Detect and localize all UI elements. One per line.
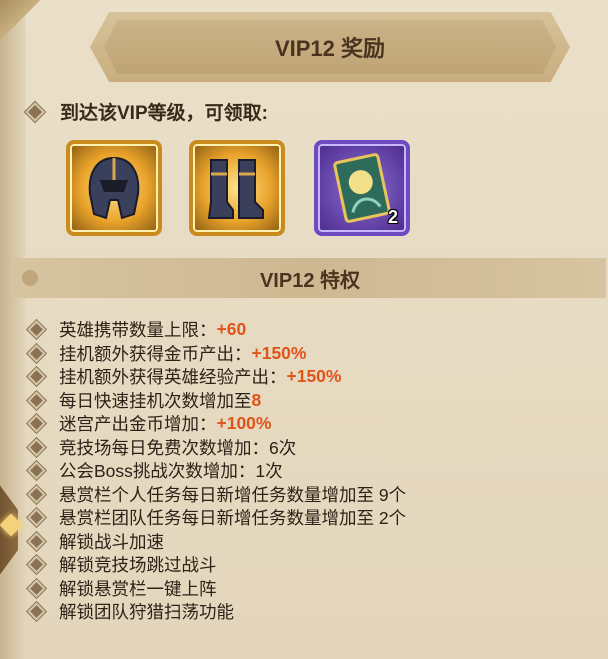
privilege-value: +150% — [286, 366, 342, 387]
diamond-bullet-icon — [25, 530, 48, 552]
privilege-label: 公会Boss挑战次数增加：1次 — [59, 461, 283, 482]
privilege-label: 英雄携带数量上限： — [59, 320, 217, 341]
reward-helmet[interactable] — [66, 140, 162, 236]
privilege-value: 8 — [251, 389, 262, 410]
diamond-bullet-icon — [25, 389, 48, 411]
privileges-banner: VIP12 特权 — [14, 258, 606, 298]
list-item: 每日快速挂机次数增加至 8 — [25, 389, 406, 413]
list-item: 挂机额外获得英雄经验产出： +150% — [25, 365, 406, 389]
diamond-bullet-icon — [25, 577, 48, 599]
list-item: 悬赏栏团队任务每日新增任务数量增加至 2个 — [25, 506, 407, 530]
privilege-label: 解锁团队狩猎扫荡功能 — [59, 602, 234, 623]
privilege-label: 挂机额外获得金币产出： — [59, 343, 252, 364]
title-banner-inner: VIP12 奖励 — [104, 20, 556, 74]
diamond-bullet-icon — [25, 554, 48, 576]
page-title: VIP12 奖励 — [274, 36, 386, 61]
boots-icon — [207, 159, 264, 219]
list-item: 英雄携带数量上限： +60 — [25, 318, 406, 342]
privilege-label: 解锁悬赏栏一键上阵 — [59, 578, 217, 599]
reach-level-row: 到达该VIP等级，可领取: — [23, 98, 268, 125]
list-item: 解锁战斗加速 — [25, 530, 406, 554]
privilege-label: 悬赏栏个人任务每日新增任务数量增加至 9个 — [59, 484, 407, 505]
reward-card[interactable]: 2 — [314, 140, 410, 236]
diamond-bullet-icon — [25, 366, 48, 388]
reach-level-text: 到达该VIP等级，可领取: — [60, 103, 268, 124]
diamond-bullet-icon — [25, 483, 48, 505]
diamond-bullet-icon — [25, 507, 48, 529]
privilege-label: 竞技场每日免费次数增加：6次 — [59, 437, 297, 458]
list-item: 悬赏栏个人任务每日新增任务数量增加至 9个 — [25, 483, 407, 507]
reward-boots[interactable] — [189, 140, 285, 236]
list-item: 竞技场每日免费次数增加：6次 — [25, 436, 406, 460]
helmet-icon — [88, 156, 140, 220]
list-item: 解锁竞技场跳过战斗 — [25, 553, 406, 577]
privilege-label: 迷宫产出金币增加： — [59, 414, 217, 435]
diamond-bullet-icon — [25, 319, 48, 341]
diamond-bullet-icon — [25, 342, 48, 364]
list-item: 公会Boss挑战次数增加：1次 — [25, 459, 406, 483]
vip-reward-panel: VIP12 奖励 到达该VIP等级，可领取: 2 VIP12 特权 英雄携带数量… — [0, 0, 608, 659]
diamond-bullet-icon — [25, 460, 48, 482]
privilege-label: 解锁战斗加速 — [59, 531, 164, 552]
card-count: 2 — [387, 207, 398, 227]
diamond-bullet-icon — [25, 601, 48, 623]
list-item: 解锁团队狩猎扫荡功能 — [25, 600, 406, 624]
diamond-bullet-icon — [25, 413, 48, 435]
diamond-bullet-icon — [25, 436, 48, 458]
privilege-label: 每日快速挂机次数增加至 — [59, 390, 252, 411]
list-item: 迷宫产出金币增加： +100% — [25, 412, 406, 436]
privilege-label: 挂机额外获得英雄经验产出： — [59, 367, 287, 388]
privileges-title: VIP12 特权 — [259, 269, 361, 292]
list-item: 挂机额外获得金币产出： +150% — [25, 342, 406, 366]
privileges-list: 英雄携带数量上限： +60 挂机额外获得金币产出： +150% 挂机额外获得英雄经验… — [25, 318, 407, 624]
privilege-value: +60 — [216, 319, 247, 340]
list-item: 解锁悬赏栏一键上阵 — [25, 577, 406, 601]
corner-ornament — [0, 0, 40, 60]
banner-ornament-icon — [22, 270, 38, 286]
privilege-label: 悬赏栏团队任务每日新增任务数量增加至 2个 — [59, 508, 407, 529]
privilege-value: +100% — [216, 413, 272, 434]
privilege-value: +150% — [251, 342, 307, 363]
privilege-label: 解锁竞技场跳过战斗 — [59, 555, 217, 576]
diamond-bullet-icon — [23, 100, 47, 123]
